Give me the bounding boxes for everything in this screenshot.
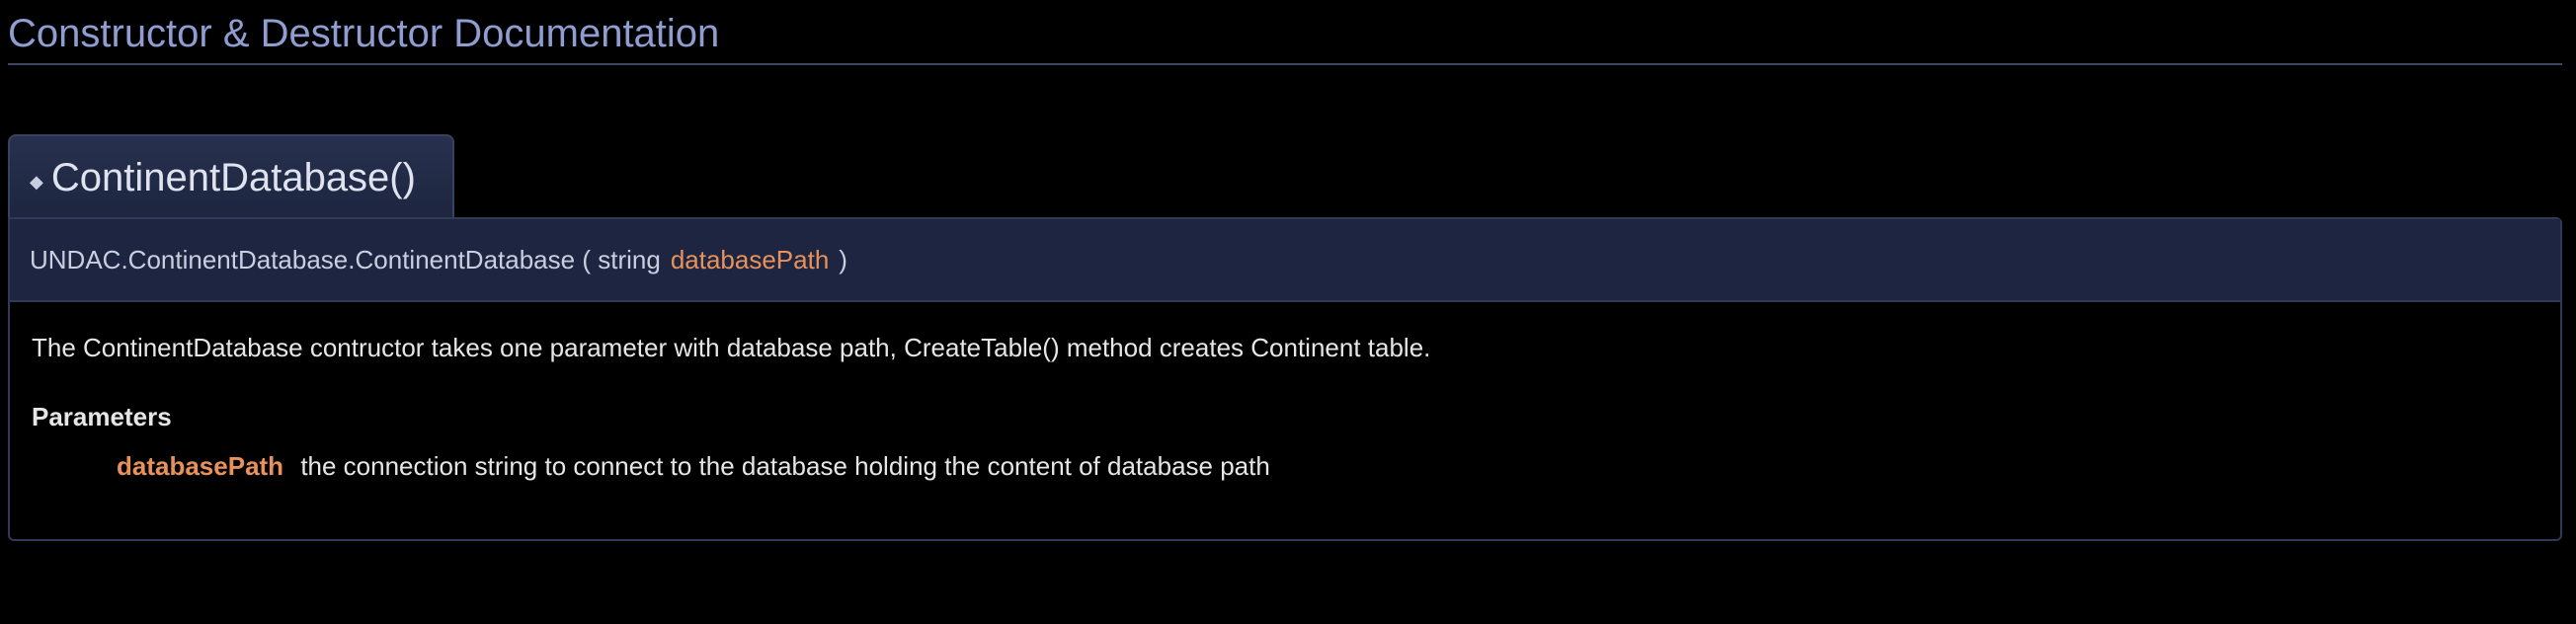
member-prototype: UNDAC.ContinentDatabase.ContinentDatabas…: [10, 219, 2560, 302]
section-divider: [8, 63, 2562, 65]
documentation-page: Constructor & Destructor Documentation ◆…: [0, 0, 2576, 624]
section-heading: Constructor & Destructor Documentation: [8, 12, 720, 55]
prototype-function-name: UNDAC.ContinentDatabase.ContinentDatabas…: [30, 244, 576, 274]
parameter-row: databasePath the connection string to co…: [32, 450, 2538, 482]
member-item: UNDAC.ContinentDatabase.ContinentDatabas…: [8, 217, 2562, 541]
prototype-open-paren: (: [582, 244, 591, 274]
prototype-param-type: string: [598, 244, 661, 274]
parameter-name: databasePath: [117, 451, 284, 481]
anchor-diamond-icon[interactable]: ◆: [30, 172, 43, 193]
member-documentation: The ContinentDatabase contructor takes o…: [10, 330, 2560, 482]
member-description: The ContinentDatabase contructor takes o…: [32, 333, 1431, 362]
prototype-close-paren: ): [839, 244, 847, 274]
member-title: ContinentDatabase(): [50, 155, 416, 199]
member-title-tab: ◆ ContinentDatabase(): [8, 134, 454, 219]
prototype-param-name: databasePath: [670, 244, 830, 274]
parameters-heading: Parameters: [32, 402, 172, 431]
parameter-description: the connection string to connect to the …: [300, 451, 1270, 481]
